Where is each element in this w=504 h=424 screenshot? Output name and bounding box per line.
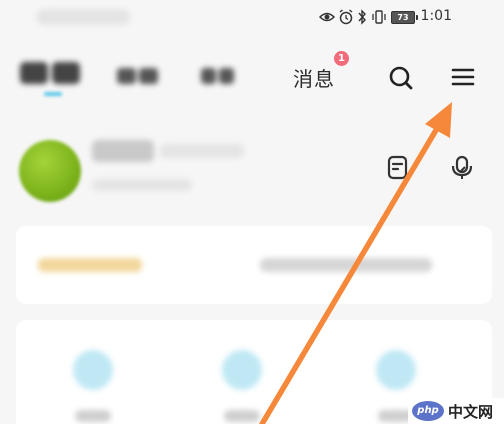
eye-icon <box>319 12 335 22</box>
search-icon[interactable] <box>388 65 414 91</box>
shortcut-icon-3[interactable] <box>376 350 416 390</box>
messages-badge: 1 <box>334 51 349 66</box>
shortcut-icon-2[interactable] <box>222 350 262 390</box>
tab-blurred-1[interactable] <box>18 58 84 86</box>
tab-messages[interactable]: 消息 <box>293 63 335 92</box>
avatar[interactable] <box>19 140 81 202</box>
status-carrier-blurred <box>36 9 130 25</box>
tab-blurred-3[interactable] <box>200 66 236 86</box>
note-icon[interactable] <box>386 155 410 181</box>
tab-blurred-2[interactable] <box>116 66 160 86</box>
vibrate-icon <box>372 10 386 24</box>
menu-icon[interactable] <box>451 65 475 89</box>
banner-promo-blurred <box>38 258 142 272</box>
watermark-logo: php <box>412 401 444 421</box>
battery-level: 73 <box>391 10 415 24</box>
banner-detail-blurred <box>260 258 432 272</box>
watermark-text: 中文网 <box>448 402 494 421</box>
profile-name-blurred <box>92 140 154 162</box>
watermark: php 中文网 <box>408 398 504 424</box>
shortcut-icon-1[interactable] <box>73 350 113 390</box>
mic-icon[interactable] <box>450 155 474 181</box>
status-bar: 73 1:01 <box>0 0 504 34</box>
battery-icon: 73 <box>391 10 418 24</box>
shortcut-label-2 <box>224 410 260 422</box>
banner-card[interactable] <box>16 226 492 304</box>
bluetooth-icon <box>358 9 366 25</box>
status-icons: 73 <box>319 8 418 26</box>
profile-subtitle-blurred <box>92 179 192 191</box>
top-nav: 消息 1 <box>0 48 504 108</box>
shortcut-label-1 <box>75 410 111 422</box>
profile-name-extra-blurred <box>160 144 244 158</box>
app-screen: 73 1:01 消息 1 php 中文网 <box>0 0 504 424</box>
tab-selected-indicator <box>44 92 62 96</box>
status-time: 1:01 <box>420 8 452 24</box>
alarm-icon <box>339 9 353 25</box>
